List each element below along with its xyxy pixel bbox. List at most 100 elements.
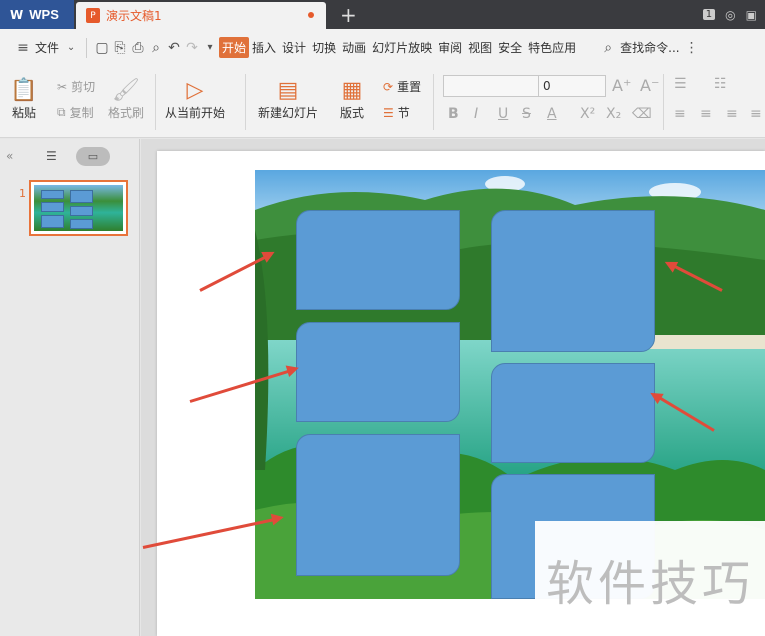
thumbnail-image	[34, 185, 123, 231]
wps-tab-label: WPS	[29, 7, 59, 22]
slides-panel: « ☰ ▭ 1	[0, 139, 140, 636]
divider	[86, 37, 88, 58]
new-slide-icon: ▤	[277, 77, 299, 103]
menu-review[interactable]: 审阅	[435, 37, 465, 58]
play-icon: ▷	[186, 77, 204, 103]
bullet-list-icon[interactable]: ☰	[674, 76, 687, 92]
sync-icon[interactable]: ◎	[725, 8, 735, 22]
numbered-list-icon[interactable]: ☷	[714, 76, 727, 92]
document-tab-label: 演示文稿1	[106, 9, 162, 23]
menu-security[interactable]: 安全	[495, 37, 525, 58]
collapse-panel-icon[interactable]: «	[6, 149, 13, 163]
font-color-icon[interactable]: A	[547, 106, 557, 122]
format-painter-icon: 🖌	[112, 77, 140, 103]
format-painter-button[interactable]: 🖌 格式刷	[108, 76, 144, 121]
print-icon[interactable]: ⎙	[129, 40, 147, 56]
paste-button[interactable]: 📋 粘贴	[10, 76, 38, 121]
scissors-icon: ✂	[57, 79, 68, 94]
chevron-down-icon[interactable]: ⌄	[62, 42, 80, 53]
menu-home[interactable]: 开始	[219, 37, 250, 58]
thumb-shape	[41, 202, 65, 212]
reset-button[interactable]: ⟳ 重置	[383, 78, 421, 95]
presentation-file-icon: P	[86, 8, 100, 23]
thumb-shape	[69, 189, 93, 204]
redo-icon[interactable]: ↷	[183, 40, 201, 56]
rounded-rectangle-shape[interactable]	[491, 363, 655, 463]
divider	[663, 74, 664, 130]
section-label: 节	[397, 106, 410, 120]
menu-design[interactable]: 设计	[279, 37, 309, 58]
menu-animation[interactable]: 动画	[339, 37, 369, 58]
tab-document[interactable]: P 演示文稿1	[76, 2, 326, 29]
rounded-rectangle-shape[interactable]	[296, 210, 460, 310]
copy-button[interactable]: ⧉ 复制	[57, 104, 94, 121]
hamburger-menu-icon[interactable]: ≡	[14, 40, 32, 56]
menu-view[interactable]: 视图	[465, 37, 495, 58]
menu-special-apps[interactable]: 特色应用	[525, 37, 579, 58]
rounded-rectangle-shape[interactable]	[296, 434, 460, 576]
menu-insert[interactable]: 插入	[249, 37, 279, 58]
menu-file[interactable]: 文件	[32, 37, 62, 58]
cut-button[interactable]: ✂ 剪切	[57, 78, 95, 95]
clear-format-icon[interactable]: ⌫	[632, 106, 652, 122]
format-painter-label: 格式刷	[108, 106, 145, 120]
outline-view-icon[interactable]: ☰	[46, 149, 57, 163]
cut-label: 剪切	[71, 80, 96, 94]
copy-icon: ⧉	[57, 105, 66, 119]
export-icon[interactable]: ⎘	[111, 40, 129, 56]
undo-icon[interactable]: ↶	[165, 40, 183, 56]
subscript-icon[interactable]: X₂	[606, 106, 621, 122]
print-preview-icon[interactable]: ⌕	[147, 40, 165, 56]
paste-label: 粘贴	[11, 106, 36, 120]
superscript-icon[interactable]: X²	[580, 106, 595, 122]
more-dropdown-icon[interactable]: ▾	[201, 42, 219, 53]
thumb-shape	[69, 219, 93, 230]
menu-slideshow[interactable]: 幻灯片放映	[369, 37, 435, 58]
save-icon[interactable]: ▢	[93, 40, 111, 56]
search-icon[interactable]: ⌕	[599, 40, 617, 56]
rounded-rectangle-shape[interactable]	[491, 210, 655, 352]
watermark-text: 软件技巧	[535, 521, 765, 636]
layout-icon: ▦	[341, 77, 363, 103]
new-tab-button[interactable]: +	[340, 3, 357, 27]
unsaved-indicator	[308, 12, 314, 18]
title-tab-bar: W WPS P 演示文稿1 + 1 ◎ ▣	[0, 0, 765, 29]
menu-bar: ≡ 文件 ⌄ ▢ ⎘ ⎙ ⌕ ↶ ↷ ▾ 开始 插入 设计 切换 动画 幻灯片放…	[0, 29, 765, 66]
align-left-icon[interactable]: ≡	[674, 106, 686, 122]
strikethrough-icon[interactable]: S	[522, 106, 531, 122]
new-slide-label: 新建幻灯片	[258, 106, 319, 120]
underline-icon[interactable]: U	[498, 106, 508, 122]
ribbon-toolbar: 📋 粘贴 ✂ 剪切 ⧉ 复制 🖌 格式刷 ▷ 从当前开始 ▤ 新建幻灯片 ▦ 版…	[0, 66, 765, 138]
command-search[interactable]: 查找命令...	[617, 37, 682, 58]
window-count-badge[interactable]: 1	[702, 9, 716, 20]
font-size-select[interactable]: 0	[538, 75, 606, 97]
font-family-select[interactable]	[443, 75, 539, 97]
align-right-icon[interactable]: ≡	[726, 106, 738, 122]
layout-button[interactable]: ▦ 版式	[338, 76, 366, 121]
italic-icon[interactable]: I	[474, 106, 478, 122]
bold-icon[interactable]: B	[448, 106, 459, 122]
divider	[155, 74, 156, 130]
increase-font-icon[interactable]: A⁺	[612, 76, 631, 95]
slide-view-toggle[interactable]: ▭	[76, 147, 110, 166]
rounded-rectangle-shape[interactable]	[296, 322, 460, 422]
menu-transition[interactable]: 切换	[309, 37, 339, 58]
tab-wps-home[interactable]: W WPS	[0, 0, 74, 29]
slide-thumbnail[interactable]	[29, 180, 128, 236]
justify-icon[interactable]: ≡	[750, 106, 762, 122]
play-from-current-button[interactable]: ▷ 从当前开始	[165, 76, 225, 121]
reset-icon: ⟳	[383, 79, 394, 94]
decrease-font-icon[interactable]: A⁻	[640, 76, 659, 95]
divider	[433, 74, 434, 130]
thumb-shape	[41, 215, 65, 229]
expand-icon[interactable]: ▣	[746, 8, 757, 22]
play-from-current-label: 从当前开始	[165, 106, 226, 120]
align-center-icon[interactable]: ≡	[700, 106, 712, 122]
new-slide-button[interactable]: ▤ 新建幻灯片	[258, 76, 318, 121]
divider	[245, 74, 246, 130]
clipboard-icon: 📋	[10, 77, 38, 103]
slide-number: 1	[19, 187, 26, 200]
thumb-shape	[69, 206, 93, 217]
section-button[interactable]: ☰ 节	[383, 104, 410, 121]
more-icon[interactable]: ⋮	[683, 40, 701, 56]
